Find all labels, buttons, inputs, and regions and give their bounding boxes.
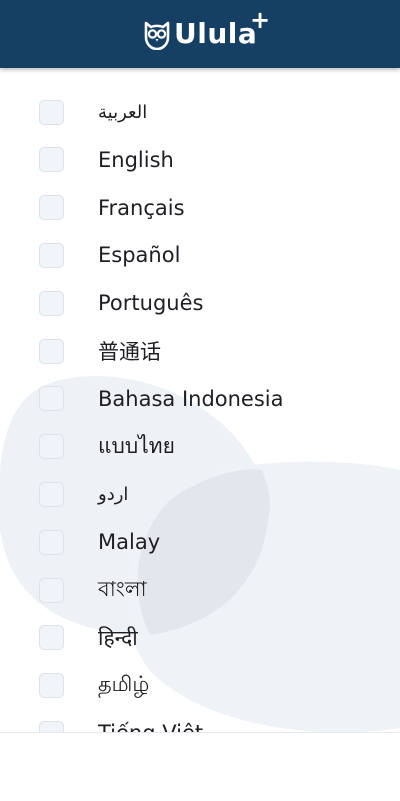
language-option-thai[interactable]: แบบไทย [0,423,400,471]
checkbox[interactable] [39,242,64,268]
language-option-bengali[interactable]: বাংলা [0,566,400,614]
language-option-portuguese[interactable]: Português [0,279,400,327]
language-label: বাংলা [98,576,147,601]
language-label: Español [98,243,181,268]
language-label: Malay [98,530,161,555]
checkbox[interactable] [39,720,64,732]
language-label: 普通话 [98,340,161,364]
language-label: اردو [98,483,129,505]
checkbox[interactable] [39,577,64,603]
checkbox[interactable] [39,99,64,125]
checkbox[interactable] [39,529,64,555]
language-option-hindi[interactable]: हिन्दी [0,614,400,662]
checkbox[interactable] [39,338,64,364]
language-label: Bahasa Indonesia [98,386,284,411]
language-option-english[interactable]: English [0,136,400,184]
language-list: العربية English Français Español Portugu… [0,88,400,732]
checkbox[interactable] [39,434,64,460]
plus-mark: + [250,6,271,34]
language-option-urdu[interactable]: اردو [0,470,400,518]
language-label: แบบไทย [98,434,175,459]
language-label: Tiếng Việt [98,721,203,732]
language-label: العربية [98,101,148,123]
language-label: हिन्दी [98,625,138,650]
checkbox[interactable] [39,386,64,412]
checkbox[interactable] [39,290,64,316]
language-option-indonesian[interactable]: Bahasa Indonesia [0,375,400,423]
checkbox[interactable] [39,481,64,507]
language-option-malay[interactable]: Malay [0,518,400,566]
language-option-french[interactable]: Français [0,184,400,232]
language-label: தமிழ் [98,672,150,697]
checkbox[interactable] [39,147,64,173]
app-name: Ulula [174,17,258,50]
app-header: Ulula + [0,0,400,68]
language-option-vietnamese[interactable]: Tiếng Việt [0,709,400,732]
bottom-bar [0,732,400,801]
language-label: Français [98,195,185,220]
language-option-tamil[interactable]: தமிழ் [0,662,400,710]
checkbox[interactable] [39,625,64,651]
language-option-arabic[interactable]: العربية [0,88,400,136]
language-label: Português [98,291,204,316]
language-option-mandarin[interactable]: 普通话 [0,327,400,375]
language-option-spanish[interactable]: Español [0,231,400,279]
app-logo: Ulula + [142,8,270,54]
checkbox[interactable] [39,195,64,221]
owl-icon [144,21,170,50]
checkbox[interactable] [39,673,64,699]
language-label: English [98,147,174,172]
